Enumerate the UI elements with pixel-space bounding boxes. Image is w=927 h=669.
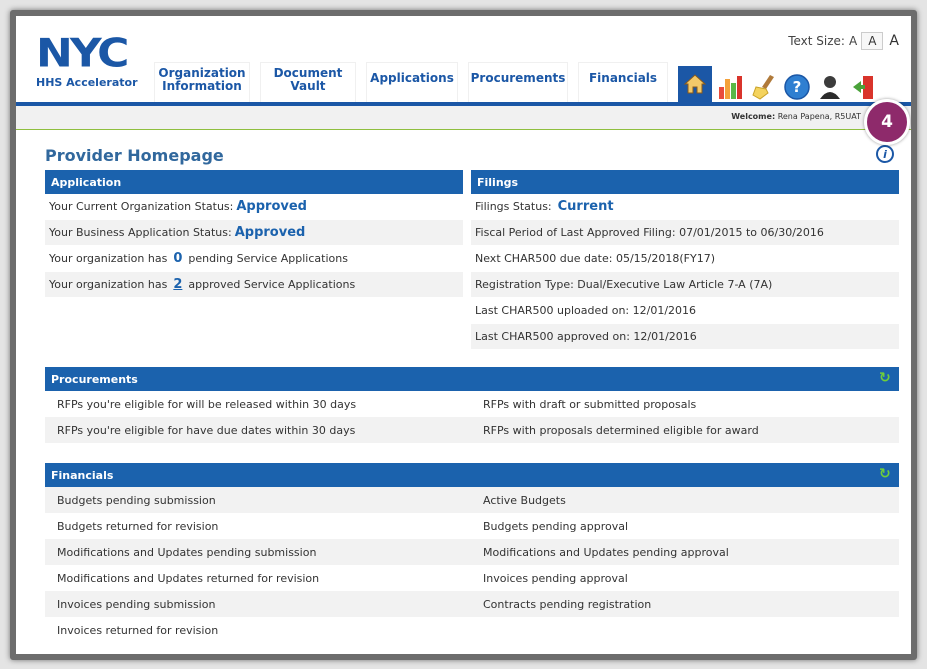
welcome-bar: Welcome: Rena Papena, R5UAT bbox=[16, 106, 911, 130]
financial-link[interactable]: Invoices pending submission bbox=[45, 591, 471, 617]
header: NYC HHS Accelerator Text Size: A A A Org… bbox=[16, 16, 911, 109]
tab-label: Financials bbox=[588, 71, 658, 85]
pending-prefix: Your organization has bbox=[49, 252, 168, 265]
financial-empty-cell bbox=[471, 617, 899, 643]
business-status-label: Your Business Application Status: bbox=[49, 226, 232, 239]
help-icon[interactable]: ? bbox=[783, 72, 811, 102]
broom-icon[interactable] bbox=[750, 72, 778, 102]
filings-panel: Filings Filings Status: Current Fiscal P… bbox=[471, 170, 899, 350]
business-status-row: Your Business Application Status: Approv… bbox=[45, 220, 463, 246]
filings-rows: Filings Status: Current Fiscal Period of… bbox=[471, 194, 899, 350]
procurement-link[interactable]: RFPs with proposals determined eligible … bbox=[471, 417, 899, 443]
procurements-panel: Procurements ↻ RFPs you're eligible for … bbox=[45, 367, 899, 443]
tab-label-line2: Vault bbox=[290, 79, 326, 93]
tab-label: Procurements bbox=[470, 71, 566, 85]
tab-label: Applications bbox=[370, 71, 454, 85]
filing-row: Fiscal Period of Last Approved Filing: 0… bbox=[471, 220, 899, 246]
financial-link[interactable]: Invoices returned for revision bbox=[45, 617, 471, 643]
procurement-link[interactable]: RFPs with draft or submitted proposals bbox=[471, 391, 899, 417]
financial-link[interactable]: Budgets pending submission bbox=[45, 487, 471, 513]
business-status-value: Approved bbox=[234, 225, 306, 240]
tab-label-line2: Information bbox=[162, 79, 242, 93]
procurement-link[interactable]: RFPs you're eligible for will be release… bbox=[45, 391, 471, 417]
logo-subtitle: HHS Accelerator bbox=[36, 76, 138, 89]
application-panel-title: Application bbox=[45, 170, 463, 194]
application-rows: Your Current Organization Status: Approv… bbox=[45, 194, 463, 298]
chart-icon[interactable] bbox=[717, 72, 745, 102]
financials-panel-title: Financials bbox=[51, 469, 114, 482]
tab-financials[interactable]: Financials bbox=[578, 62, 668, 102]
financial-link[interactable]: Budgets pending approval bbox=[471, 513, 899, 539]
refresh-icon[interactable]: ↻ bbox=[879, 371, 893, 386]
filings-status-value: Current bbox=[557, 199, 614, 214]
pending-count-link[interactable]: 0 bbox=[173, 251, 182, 266]
approved-suffix: approved Service Applications bbox=[188, 278, 356, 291]
welcome-user: Rena Papena, R5UAT bbox=[777, 112, 861, 121]
approved-prefix: Your organization has bbox=[49, 278, 168, 291]
financial-link[interactable]: Active Budgets bbox=[471, 487, 899, 513]
refresh-icon[interactable]: ↻ bbox=[879, 467, 893, 482]
procurements-grid: RFPs you're eligible for will be release… bbox=[45, 391, 899, 443]
user-icon[interactable] bbox=[816, 72, 844, 102]
filing-row: Last CHAR500 approved on: 12/01/2016 bbox=[471, 324, 899, 350]
welcome-label: Welcome: bbox=[731, 112, 776, 121]
financial-link[interactable]: Modifications and Updates returned for r… bbox=[45, 565, 471, 591]
approved-count-link[interactable]: 2 bbox=[173, 277, 182, 292]
financial-link[interactable]: Contracts pending registration bbox=[471, 591, 899, 617]
filings-panel-title: Filings bbox=[471, 170, 899, 194]
financials-panel-header: Financials ↻ bbox=[45, 463, 899, 487]
tab-procurements[interactable]: Procurements bbox=[468, 62, 568, 102]
financial-link[interactable]: Modifications and Updates pending approv… bbox=[471, 539, 899, 565]
info-icon[interactable]: i bbox=[876, 145, 894, 163]
home-icon[interactable] bbox=[678, 66, 712, 102]
svg-text:?: ? bbox=[793, 78, 802, 96]
tab-document-vault[interactable]: Document Vault bbox=[260, 62, 356, 102]
filings-status-row: Filings Status: Current bbox=[471, 194, 899, 220]
procurement-link[interactable]: RFPs you're eligible for have due dates … bbox=[45, 417, 471, 443]
logout-icon[interactable] bbox=[849, 72, 877, 102]
page-title: Provider Homepage bbox=[45, 146, 224, 165]
financial-link[interactable]: Budgets returned for revision bbox=[45, 513, 471, 539]
text-size-control: Text Size: A A A bbox=[788, 32, 901, 50]
financial-link[interactable]: Modifications and Updates pending submis… bbox=[45, 539, 471, 565]
toolbar-icons: ? bbox=[678, 66, 877, 102]
text-size-medium[interactable]: A bbox=[861, 32, 884, 50]
filing-row: Registration Type: Dual/Executive Law Ar… bbox=[471, 272, 899, 298]
procurements-panel-header: Procurements ↻ bbox=[45, 367, 899, 391]
filing-row: Next CHAR500 due date: 05/15/2018(FY17) bbox=[471, 246, 899, 272]
nyc-logo[interactable]: NYC HHS Accelerator bbox=[36, 34, 156, 89]
financials-grid: Budgets pending submission Active Budget… bbox=[45, 487, 899, 643]
tab-label-line1: Organization bbox=[158, 66, 246, 80]
step-badge: 4 bbox=[864, 99, 910, 145]
logo-text: NYC bbox=[36, 30, 129, 77]
text-size-large[interactable]: A bbox=[887, 33, 901, 49]
text-size-label: Text Size: bbox=[788, 34, 845, 48]
text-size-small[interactable]: A bbox=[849, 34, 857, 48]
tab-label-line1: Document bbox=[273, 66, 343, 80]
financials-panel: Financials ↻ Budgets pending submission … bbox=[45, 463, 899, 643]
org-status-row: Your Current Organization Status: Approv… bbox=[45, 194, 463, 220]
tab-organization-information[interactable]: Organization Information bbox=[154, 62, 250, 102]
financial-link[interactable]: Invoices pending approval bbox=[471, 565, 899, 591]
org-status-label: Your Current Organization Status: bbox=[49, 200, 234, 213]
org-status-value: Approved bbox=[236, 199, 307, 214]
procurements-panel-title: Procurements bbox=[51, 373, 138, 386]
pending-applications-row: Your organization has 0 pending Service … bbox=[45, 246, 463, 272]
application-panel: Application Your Current Organization St… bbox=[45, 170, 463, 298]
filings-status-label: Filings Status: bbox=[475, 200, 552, 213]
app-window: NYC HHS Accelerator Text Size: A A A Org… bbox=[10, 10, 917, 660]
approved-applications-row: Your organization has 2 approved Service… bbox=[45, 272, 463, 298]
filing-row: Last CHAR500 uploaded on: 12/01/2016 bbox=[471, 298, 899, 324]
tab-applications[interactable]: Applications bbox=[366, 62, 458, 102]
main-nav: Organization Information Document Vault Ap… bbox=[154, 62, 668, 102]
pending-suffix: pending Service Applications bbox=[188, 252, 348, 265]
